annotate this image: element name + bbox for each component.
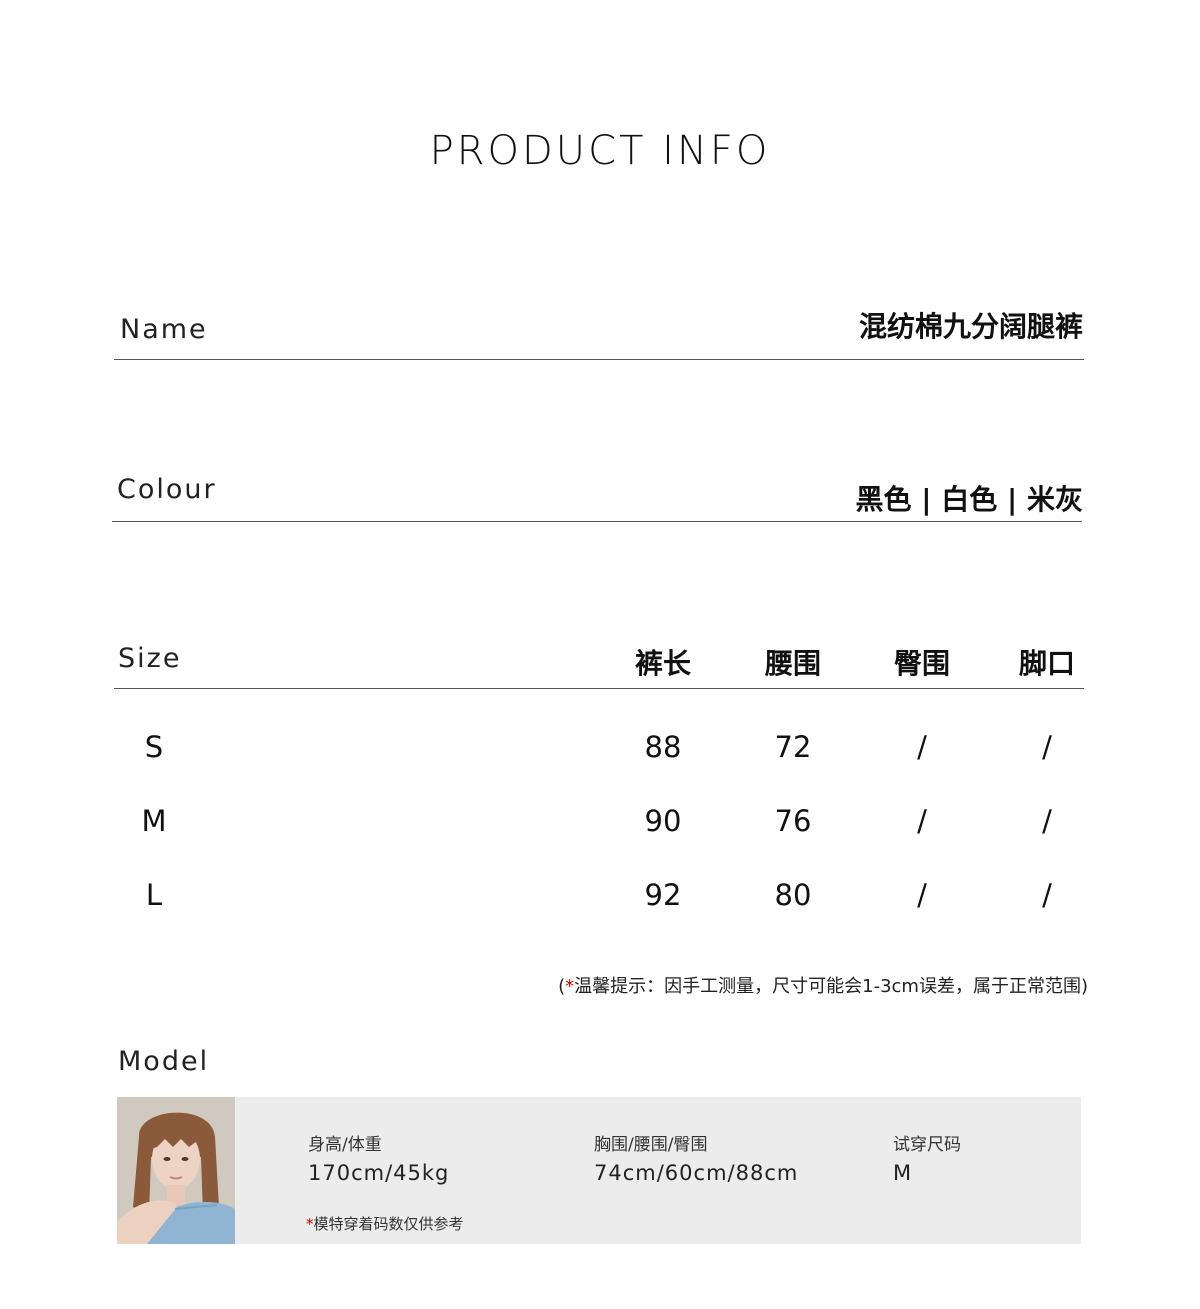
model-height-weight-value: 170cm/45kg [308, 1161, 450, 1185]
model-measure-label: 胸围/腰围/臀围 [594, 1135, 708, 1155]
size-row-m-hip: / [917, 804, 927, 838]
size-row-l-waist: 80 [774, 878, 812, 912]
size-row-l-hem: / [1042, 878, 1052, 912]
measurement-note: (*温馨提示：因手工测量，尺寸可能会1-3cm误差，属于正常范围) [558, 972, 1088, 998]
size-row-l-label: L [145, 878, 163, 912]
size-header-waist: 腰围 [764, 647, 821, 680]
size-divider [114, 688, 1084, 689]
product-name: 混纺棉九分阔腿裤 [858, 310, 1083, 343]
size-row-s-hip: / [917, 730, 927, 764]
size-label: Size [118, 643, 182, 674]
size-row-m-hem: / [1042, 804, 1052, 838]
size-header-hem: 脚口 [1018, 647, 1075, 680]
colour-divider [112, 521, 1082, 522]
model-measure-value: 74cm/60cm/88cm [594, 1161, 799, 1185]
model-note-text: 模特穿着码数仅供参考 [313, 1215, 464, 1233]
model-portrait-image [117, 1097, 235, 1244]
name-divider [114, 359, 1084, 360]
model-photo [117, 1097, 235, 1244]
size-row-s-hem: / [1042, 730, 1052, 764]
name-label: Name [120, 314, 208, 345]
size-header-hip: 臀围 [893, 647, 950, 680]
size-row-l-hip: / [917, 878, 927, 912]
size-row-m-label: M [141, 804, 167, 838]
size-row-l-length: 92 [644, 878, 682, 912]
size-row-s-label: S [144, 730, 164, 764]
size-header-length: 裤长 [634, 647, 691, 680]
model-height-weight-label: 身高/体重 [308, 1135, 382, 1155]
model-fit-label: 试穿尺码 [893, 1135, 961, 1155]
page-title: PRODUCT INFO [429, 128, 771, 174]
colour-options: 黑色 | 白色 | 米灰 [855, 483, 1083, 516]
note-text: 温馨提示：因手工测量，尺寸可能会1-3cm误差，属于正常范围) [574, 976, 1088, 997]
size-row-m-length: 90 [644, 804, 682, 838]
model-fit-value: M [893, 1161, 913, 1185]
model-note: *模特穿着码数仅供参考 [306, 1213, 464, 1234]
model-note-star: * [306, 1215, 314, 1233]
note-star: * [565, 976, 575, 997]
size-row-s-waist: 72 [774, 730, 812, 764]
size-row-s-length: 88 [644, 730, 682, 764]
colour-label: Colour [117, 474, 217, 505]
size-row-m-waist: 76 [774, 804, 812, 838]
model-label: Model [118, 1046, 210, 1077]
